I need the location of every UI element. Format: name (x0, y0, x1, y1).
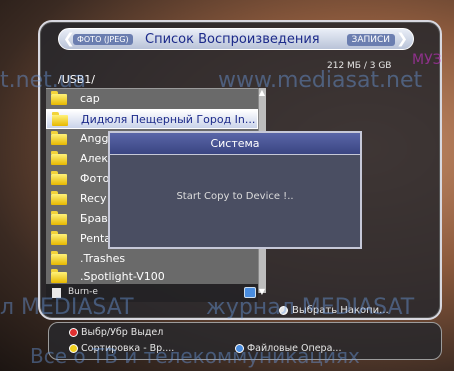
tab-recordings[interactable]: ЗАПИСИ (346, 34, 395, 46)
title-bar: ❮ ФОТО (JPEG) Список Воспроизведения ЗАП… (58, 28, 414, 50)
screen: ❮ ФОТО (JPEG) Список Воспроизведения ЗАП… (0, 0, 454, 371)
file-name: Penta (80, 232, 112, 245)
hint-select[interactable]: Выбр/Убр Выдел (69, 327, 163, 338)
file-name: Алек (80, 152, 108, 165)
file-name: .Spotlight-V100 (80, 270, 165, 283)
dialog-message: Start Copy to Device !.. (176, 191, 294, 202)
watermark-tagline: Все о ТВ и телекоммуникациях (30, 344, 360, 368)
file-name: .Trashes (80, 252, 126, 265)
system-dialog: Система Start Copy to Device !.. (108, 131, 362, 249)
watermark-corner: МУЗ (412, 52, 442, 68)
watermark-brand-right: журнал MEDIASAT (206, 295, 415, 320)
tab-photo[interactable]: ФОТО (JPEG) (73, 34, 133, 45)
file-name: Recy (80, 192, 107, 205)
list-item-selected[interactable]: Дидюля Пещерный Город In... (46, 109, 258, 129)
folder-icon (51, 211, 67, 225)
folder-icon (51, 191, 67, 205)
chevron-right-icon[interactable]: ❯ (396, 31, 408, 47)
folder-icon (51, 231, 67, 245)
folder-icon (52, 112, 68, 126)
watermark-brand-left: л MEDIASAT (0, 295, 134, 320)
list-item[interactable]: .Trashes (46, 249, 258, 269)
file-name: cap (80, 92, 100, 105)
red-button-icon (69, 328, 78, 337)
folder-icon (51, 131, 67, 145)
file-name: Angg (80, 132, 109, 145)
folder-icon (51, 251, 67, 265)
page-title: Список Воспроизведения (145, 32, 320, 47)
file-name: Дидюля Пещерный Город In... (81, 113, 256, 126)
watermark-url-right: www.mediasat.net (218, 68, 423, 93)
folder-icon (51, 91, 67, 105)
hint-select-label: Выбр/Убр Выдел (81, 327, 164, 338)
dialog-title: Система (110, 133, 360, 155)
watermark-url-left: t.net.ua (0, 68, 87, 93)
folder-icon (51, 171, 67, 185)
file-name: Фото (80, 172, 110, 185)
folder-icon (51, 151, 67, 165)
folder-icon (51, 269, 67, 283)
